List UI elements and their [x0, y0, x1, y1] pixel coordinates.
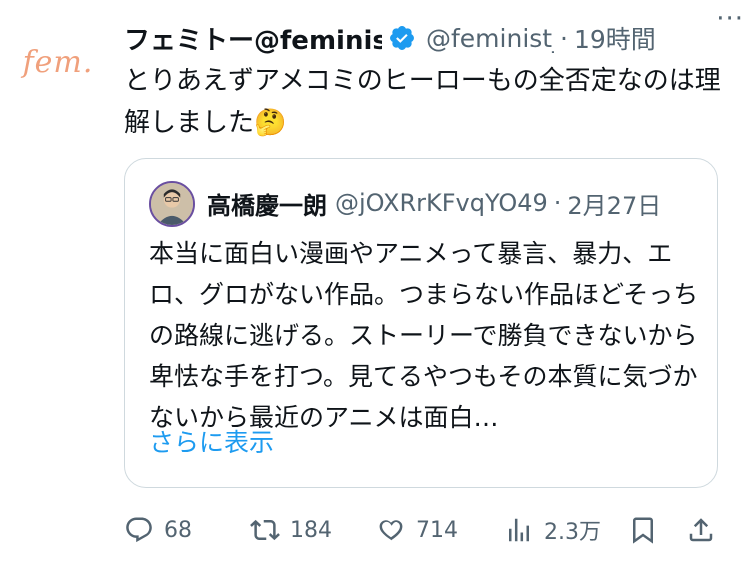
bookmark-button[interactable]: [628, 510, 658, 550]
share-icon: [689, 518, 713, 542]
separator-dot: ·: [560, 23, 568, 53]
like-button[interactable]: 714: [376, 510, 458, 550]
author-avatar[interactable]: fem.: [18, 22, 98, 102]
share-button[interactable]: [686, 510, 716, 550]
repost-button[interactable]: 184: [250, 510, 332, 550]
timestamp[interactable]: 19時間: [574, 20, 656, 56]
like-icon: [379, 520, 403, 541]
person-avatar-icon: [151, 183, 193, 225]
more-icon[interactable]: ···: [716, 4, 744, 34]
bookmark-icon: [633, 517, 653, 544]
quote-tweet-card[interactable]: 高橋慶一朗 @jOXRrKFvqYO49 · 2月27日 本当に面白い漫画やアニ…: [124, 158, 718, 488]
repost-count: 184: [290, 517, 332, 543]
display-name[interactable]: フェミトー@feminis: [124, 20, 382, 57]
quote-separator-dot: ·: [553, 189, 562, 217]
verified-badge-icon: [390, 26, 414, 50]
views-icon: [509, 518, 529, 542]
quote-header: 高橋慶一朗 @jOXRrKFvqYO49 · 2月27日: [207, 185, 697, 221]
view-count: 2.3万: [544, 520, 601, 545]
quote-author-avatar[interactable]: [149, 181, 195, 227]
avatar-logo: fem.: [22, 44, 94, 80]
like-count: 714: [416, 517, 458, 543]
tweet-text: とりあえずアメコミのヒーローもの全否定なのは理解しました🤔: [124, 66, 721, 138]
reply-button[interactable]: 68: [124, 510, 192, 550]
tweet-header: フェミトー@feminis @feminist_ · 19時間: [124, 18, 730, 58]
repost-icon: [250, 519, 280, 541]
reply-icon: [126, 517, 152, 543]
handle[interactable]: @feminist_: [426, 24, 554, 53]
action-bar: 68 184 714 2.3万: [124, 510, 724, 550]
quote-text: 本当に面白い漫画やアニメって暴言、暴力、エロ、グロがない作品。つまらない作品ほど…: [149, 239, 699, 432]
quote-display-name[interactable]: 高橋慶一朗: [207, 186, 327, 221]
quote-date[interactable]: 2月27日: [567, 186, 661, 221]
reply-count: 68: [164, 517, 192, 543]
show-more-link[interactable]: さらに表示: [149, 423, 274, 459]
views-button[interactable]: 2.3万: [504, 510, 601, 550]
quote-handle[interactable]: @jOXRrKFvqYO49: [335, 189, 548, 217]
